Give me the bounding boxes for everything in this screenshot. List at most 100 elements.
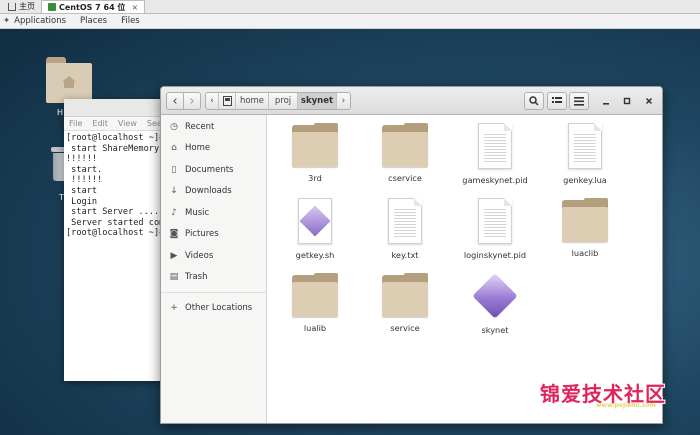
- file-item-genkey-lua[interactable]: genkey.lua: [540, 123, 630, 185]
- terminal-menu-edit[interactable]: Edit: [92, 119, 108, 128]
- music-icon: ♪: [171, 207, 177, 218]
- sidebar-divider: [161, 292, 266, 293]
- breadcrumb-skynet[interactable]: skynet: [298, 93, 337, 109]
- plus-icon: +: [170, 302, 178, 313]
- forward-button[interactable]: ›: [183, 92, 201, 110]
- places-sidebar: ◷ Recent ⌂ Home ▯ Documents ↓ Downloads …: [161, 115, 267, 423]
- watermark-url: www.pojiehu.com: [596, 402, 656, 409]
- file-item-key-txt[interactable]: key.txt: [360, 198, 450, 260]
- file-item-3rd[interactable]: 3rd: [270, 123, 360, 183]
- view-toggle-button[interactable]: [547, 92, 567, 110]
- text-file-icon: [388, 198, 422, 244]
- camera-icon: ◙: [169, 229, 179, 240]
- vm-tab-bar: 主页 CentOS 7 64 位 ×: [0, 0, 700, 14]
- executable-icon: [471, 273, 519, 319]
- watermark-logo: 锦爱技术社区 www.pojiehu.com: [540, 378, 685, 412]
- desktop-home-label: H: [57, 108, 64, 117]
- sidebar-item-label: Other Locations: [185, 302, 253, 313]
- desktop-home-folder-icon[interactable]: [46, 57, 92, 103]
- file-item-lualib[interactable]: lualib: [270, 273, 360, 333]
- folder-icon: [292, 123, 338, 167]
- sidebar-item-label: Home: [185, 143, 211, 154]
- menu-button[interactable]: [569, 92, 589, 110]
- chevron-right-icon: ›: [341, 96, 346, 106]
- file-item-gameskynet-pid[interactable]: gameskynet.pid: [450, 123, 540, 185]
- list-view-icon: [552, 96, 562, 103]
- folder-icon: [562, 198, 608, 242]
- applications-menu[interactable]: Applications: [14, 16, 66, 26]
- download-icon: ↓: [170, 186, 178, 197]
- chevron-left-icon: ‹: [210, 96, 214, 106]
- breadcrumb-proj[interactable]: proj: [269, 93, 298, 109]
- sidebar-item-documents[interactable]: ▯ Documents: [161, 159, 266, 181]
- chevron-left-icon: ‹: [172, 93, 178, 109]
- file-item-loginskynet-pid[interactable]: loginskynet.pid: [450, 198, 540, 260]
- breadcrumb-drive[interactable]: [219, 93, 236, 109]
- hamburger-icon: [574, 96, 584, 106]
- vm-tab-centos[interactable]: CentOS 7 64 位 ×: [41, 0, 146, 13]
- text-file-icon: [478, 123, 512, 169]
- sidebar-item-pictures[interactable]: ◙ Pictures: [161, 224, 266, 246]
- text-file-icon: [568, 123, 602, 169]
- maximize-button[interactable]: [619, 93, 635, 109]
- drive-icon: [222, 96, 232, 106]
- maximize-icon: [623, 97, 631, 105]
- sidebar-item-label: Recent: [185, 121, 215, 132]
- file-item-getkey-sh[interactable]: getkey.sh: [270, 198, 360, 260]
- file-item-service[interactable]: service: [360, 273, 450, 333]
- file-item-label: getkey.sh: [295, 250, 335, 260]
- sidebar-item-videos[interactable]: ▶ Videos: [161, 245, 266, 267]
- file-item-luaclib[interactable]: luaclib: [540, 198, 630, 258]
- breadcrumb-home[interactable]: home: [236, 93, 269, 109]
- sidebar-item-downloads[interactable]: ↓ Downloads: [161, 181, 266, 203]
- close-icon: [645, 97, 653, 105]
- minimize-icon: [603, 103, 609, 105]
- terminal-menu-file[interactable]: File: [69, 119, 82, 128]
- sidebar-item-other-locations[interactable]: + Other Locations: [161, 297, 266, 319]
- file-grid[interactable]: 3rd cservice gameskynet.pid genkey.lua g…: [267, 115, 662, 423]
- file-item-label: cservice: [388, 173, 422, 183]
- places-menu[interactable]: Places: [80, 16, 107, 26]
- sidebar-item-recent[interactable]: ◷ Recent: [161, 116, 266, 138]
- gnome-top-bar: ✦ Applications Places Files: [0, 14, 700, 29]
- vm-icon: [48, 3, 56, 11]
- breadcrumb: ‹ home proj skynet ›: [205, 92, 351, 110]
- folder-icon: [382, 273, 428, 317]
- vm-tab-home[interactable]: 主页: [2, 0, 41, 13]
- search-button[interactable]: [524, 92, 544, 110]
- minimize-button[interactable]: [598, 93, 614, 109]
- file-item-cservice[interactable]: cservice: [360, 123, 450, 183]
- trash-icon: ▤: [169, 272, 179, 283]
- files-window[interactable]: ‹ › ‹ home proj skynet › ◷ Recent ⌂ Home…: [160, 86, 663, 424]
- file-item-label: key.txt: [391, 250, 419, 260]
- close-button[interactable]: [641, 93, 657, 109]
- sidebar-item-home[interactable]: ⌂ Home: [161, 138, 266, 160]
- files-menu[interactable]: Files: [121, 16, 140, 26]
- sidebar-item-trash[interactable]: ▤ Trash: [161, 267, 266, 289]
- close-icon[interactable]: ×: [131, 3, 138, 12]
- sidebar-item-label: Videos: [185, 250, 214, 261]
- vm-tab-label: CentOS 7 64 位: [59, 2, 126, 12]
- file-item-label: loginskynet.pid: [463, 250, 527, 260]
- video-icon: ▶: [170, 250, 178, 261]
- breadcrumb-scroll-left[interactable]: ‹: [206, 93, 219, 109]
- clock-icon: ◷: [170, 121, 178, 132]
- home-icon: ⌂: [171, 143, 177, 154]
- file-item-label: lualib: [303, 323, 327, 333]
- files-header-bar[interactable]: ‹ › ‹ home proj skynet ›: [161, 87, 662, 115]
- terminal-menu-view[interactable]: View: [118, 119, 137, 128]
- folder-icon: [382, 123, 428, 167]
- applications-icon: ✦: [3, 16, 11, 26]
- text-file-icon: [478, 198, 512, 244]
- file-item-label: skynet: [481, 325, 509, 335]
- breadcrumb-scroll-right[interactable]: ›: [337, 93, 350, 109]
- back-button[interactable]: ‹: [166, 92, 184, 110]
- sidebar-item-music[interactable]: ♪ Music: [161, 202, 266, 224]
- script-file-icon: [298, 198, 332, 244]
- sidebar-item-label: Pictures: [185, 229, 219, 240]
- folder-icon: [292, 273, 338, 317]
- file-item-label: service: [390, 323, 420, 333]
- chevron-right-icon: ›: [189, 93, 195, 109]
- file-item-skynet[interactable]: skynet: [450, 273, 540, 335]
- house-icon: [62, 76, 76, 88]
